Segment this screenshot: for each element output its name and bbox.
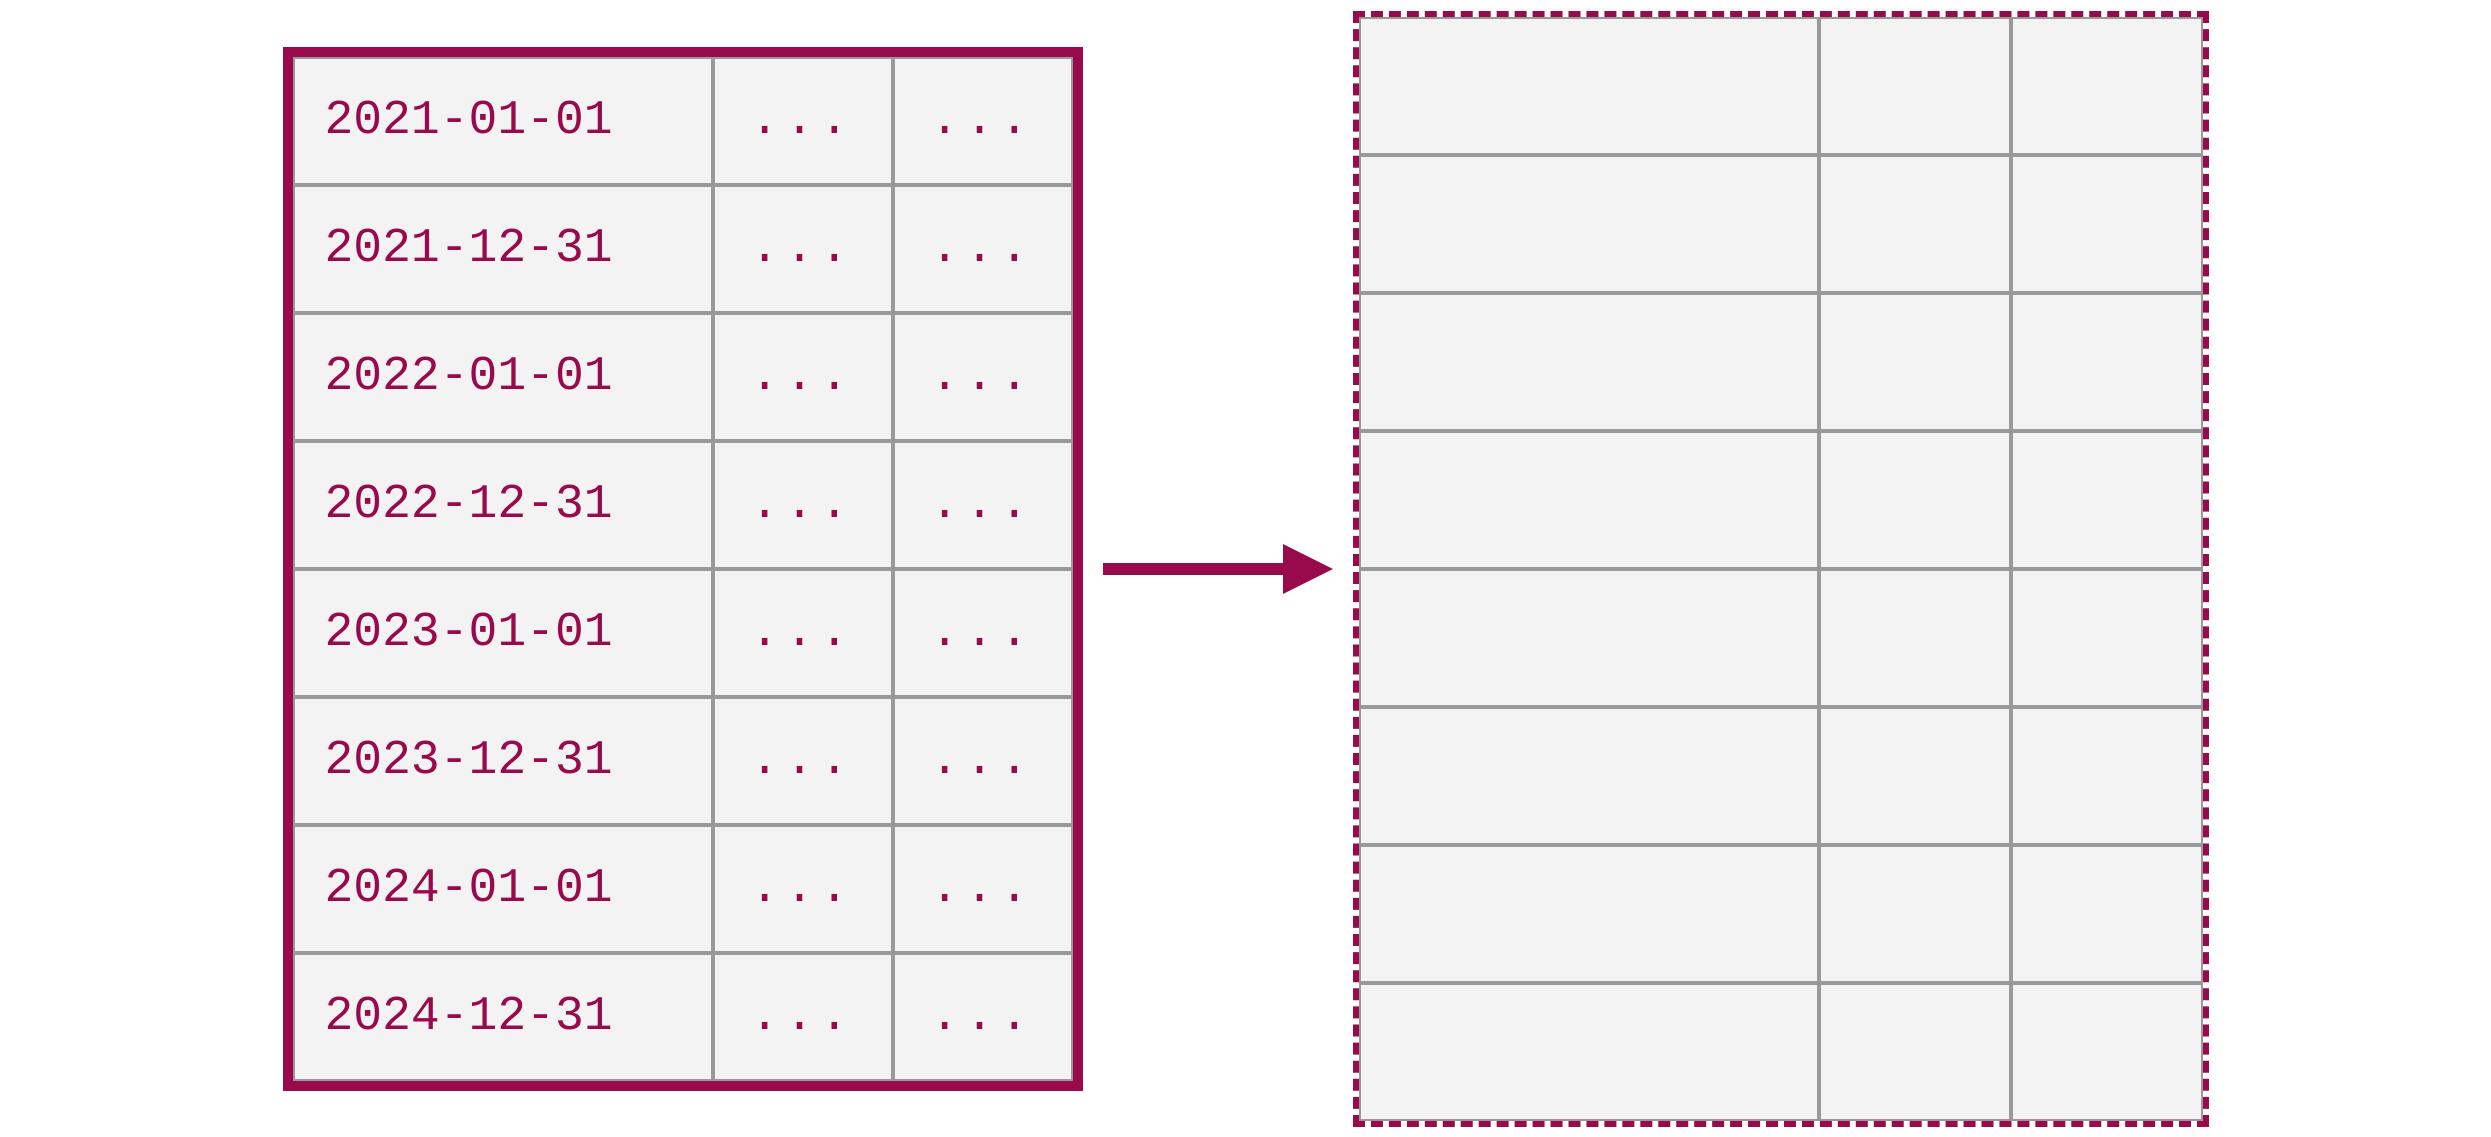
arrow-right-icon	[1103, 534, 1333, 604]
empty-cell	[1359, 431, 1819, 569]
ellipsis-cell: ...	[713, 953, 893, 1081]
ellipsis-cell: ...	[713, 57, 893, 185]
empty-cell	[1819, 293, 2011, 431]
table-row: 2021-12-31 ... ...	[293, 185, 1073, 313]
table-row	[1359, 983, 2203, 1121]
ellipsis-cell: ...	[893, 441, 1073, 569]
table-row	[1359, 431, 2203, 569]
ellipsis-cell: ...	[893, 185, 1073, 313]
table-row	[1359, 569, 2203, 707]
table-row: 2022-12-31 ... ...	[293, 441, 1073, 569]
empty-cell	[1359, 155, 1819, 293]
table-row	[1359, 155, 2203, 293]
empty-cell	[1819, 569, 2011, 707]
empty-cell	[2011, 17, 2203, 155]
table-row: 2024-12-31 ... ...	[293, 953, 1073, 1081]
date-cell: 2022-12-31	[293, 441, 713, 569]
empty-cell	[2011, 155, 2203, 293]
date-cell: 2021-12-31	[293, 185, 713, 313]
table-row: 2023-12-31 ... ...	[293, 697, 1073, 825]
date-cell: 2021-01-01	[293, 57, 713, 185]
table-row: 2023-01-01 ... ...	[293, 569, 1073, 697]
diagram-container: 2021-01-01 ... ... 2021-12-31 ... ... 20…	[283, 11, 2209, 1127]
date-cell: 2024-01-01	[293, 825, 713, 953]
empty-cell	[2011, 293, 2203, 431]
empty-cell	[2011, 707, 2203, 845]
date-cell: 2023-01-01	[293, 569, 713, 697]
table-row: 2021-01-01 ... ...	[293, 57, 1073, 185]
arrow-container	[1103, 534, 1333, 604]
empty-cell	[2011, 983, 2203, 1121]
empty-cell	[1819, 983, 2011, 1121]
ellipsis-cell: ...	[893, 57, 1073, 185]
empty-cell	[1819, 17, 2011, 155]
ellipsis-cell: ...	[893, 697, 1073, 825]
table-row	[1359, 707, 2203, 845]
target-table	[1353, 11, 2209, 1127]
date-cell: 2024-12-31	[293, 953, 713, 1081]
date-cell: 2022-01-01	[293, 313, 713, 441]
table-row: 2022-01-01 ... ...	[293, 313, 1073, 441]
empty-cell	[1359, 983, 1819, 1121]
empty-cell	[1819, 845, 2011, 983]
empty-cell	[1359, 845, 1819, 983]
empty-cell	[1359, 17, 1819, 155]
table-row	[1359, 845, 2203, 983]
ellipsis-cell: ...	[713, 569, 893, 697]
table-row	[1359, 17, 2203, 155]
ellipsis-cell: ...	[713, 441, 893, 569]
empty-cell	[2011, 845, 2203, 983]
ellipsis-cell: ...	[893, 569, 1073, 697]
empty-cell	[1359, 293, 1819, 431]
table-row: 2024-01-01 ... ...	[293, 825, 1073, 953]
empty-cell	[1359, 569, 1819, 707]
empty-cell	[2011, 569, 2203, 707]
ellipsis-cell: ...	[893, 825, 1073, 953]
empty-cell	[1819, 155, 2011, 293]
empty-cell	[1359, 707, 1819, 845]
ellipsis-cell: ...	[713, 313, 893, 441]
date-cell: 2023-12-31	[293, 697, 713, 825]
ellipsis-cell: ...	[713, 697, 893, 825]
ellipsis-cell: ...	[893, 953, 1073, 1081]
ellipsis-cell: ...	[893, 313, 1073, 441]
ellipsis-cell: ...	[713, 825, 893, 953]
empty-cell	[1819, 707, 2011, 845]
empty-cell	[2011, 431, 2203, 569]
empty-cell	[1819, 431, 2011, 569]
table-row	[1359, 293, 2203, 431]
ellipsis-cell: ...	[713, 185, 893, 313]
source-table: 2021-01-01 ... ... 2021-12-31 ... ... 20…	[283, 47, 1083, 1091]
